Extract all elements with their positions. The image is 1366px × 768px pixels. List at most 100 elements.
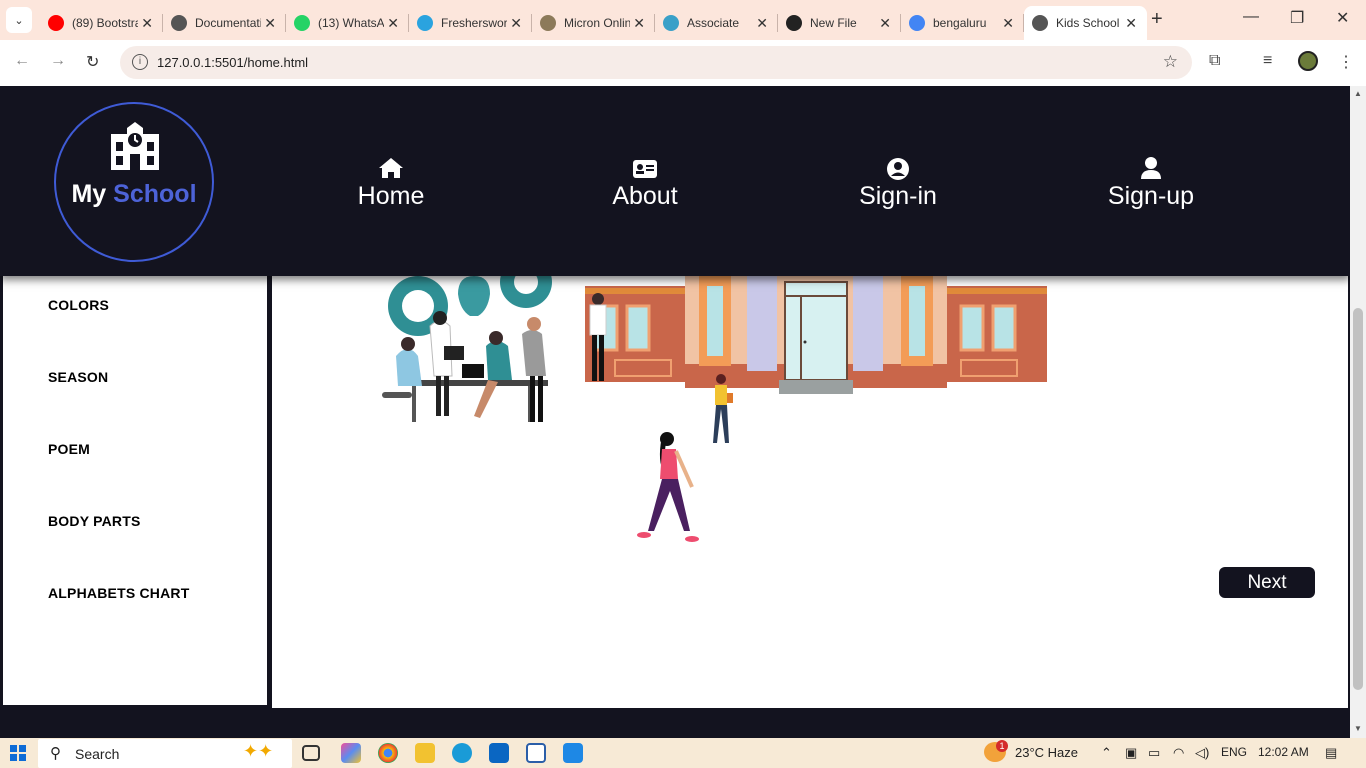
tab-close-icon[interactable]: ✕: [264, 15, 276, 32]
tab-strip: ⌄ (89) Bootstrap✕Documentation✕(13) What…: [0, 0, 1366, 40]
sidebar-link-body-parts[interactable]: BODY PARTS: [48, 513, 141, 529]
linkedin-app-icon[interactable]: [489, 743, 509, 763]
tab-title: Kids School: [1056, 16, 1120, 30]
logo-word-school: School: [113, 180, 197, 208]
student-figure-small: [713, 374, 733, 443]
media-control-icon[interactable]: ≡: [1263, 52, 1272, 70]
new-tab-button[interactable]: +: [1151, 8, 1163, 31]
browser-tab[interactable]: (89) Bootstrap✕: [40, 6, 163, 40]
tab-close-icon[interactable]: ✕: [510, 15, 522, 32]
tab-title: Freshersworld: [441, 16, 507, 30]
nav-home-label: Home: [357, 182, 425, 210]
forward-button[interactable]: →: [50, 52, 66, 70]
tab-title: Associate: [687, 16, 740, 30]
notifications-icon[interactable]: ▤: [1325, 745, 1337, 761]
nav-sign-up[interactable]: Sign-up: [1081, 156, 1221, 211]
sidebar-link-alphabets-chart[interactable]: ALPHABETS CHART: [48, 585, 189, 601]
device-icon[interactable]: ▣: [1125, 745, 1137, 761]
school-logo[interactable]: My School: [54, 102, 214, 262]
site-header: My School Home About Sign-in Sign-up: [0, 86, 1350, 276]
browser-tab[interactable]: bengaluru ✕: [901, 6, 1024, 40]
clock-time[interactable]: 12:02 AM: [1258, 745, 1309, 759]
topics-sidebar: COLORS SEASON POEM BODY PARTS ALPHABETS …: [0, 276, 270, 708]
volume-icon[interactable]: ◁): [1195, 745, 1209, 761]
weather-text[interactable]: 23°C Haze: [1015, 745, 1078, 760]
scroll-up-arrow-icon[interactable]: ▲: [1354, 89, 1362, 98]
windows-start-icon[interactable]: [10, 745, 26, 761]
tab-list: (89) Bootstrap✕Documentation✕(13) WhatsA…: [40, 6, 1147, 40]
edge-app-icon[interactable]: [452, 743, 472, 763]
tab-title: (89) Bootstrap: [72, 16, 138, 30]
scrollbar-thumb[interactable]: [1353, 308, 1363, 690]
browser-menu-icon[interactable]: ⋮: [1338, 52, 1354, 72]
minimize-button[interactable]: —: [1243, 8, 1259, 26]
address-bar[interactable]: i 127.0.0.1:5501/home.html ☆: [120, 46, 1192, 79]
browser-tab[interactable]: Documentation✕: [163, 6, 286, 40]
sidebar-link-season[interactable]: SEASON: [48, 369, 108, 385]
scroll-down-arrow-icon[interactable]: ▼: [1354, 724, 1362, 733]
sidebar-link-colors[interactable]: COLORS: [48, 297, 109, 313]
tab-close-icon[interactable]: ✕: [1125, 15, 1137, 32]
tab-close-icon[interactable]: ✕: [633, 15, 645, 32]
copilot-app-icon[interactable]: [341, 743, 361, 763]
windows-taskbar: ⚲ Search ✦✦ 1 23°C Haze ⌃ ▣ ▭ ◠ ◁) ENG 1…: [0, 738, 1366, 768]
nav-sign-in-label: Sign-in: [859, 182, 937, 210]
taskbar-search[interactable]: ⚲ Search ✦✦: [38, 739, 292, 768]
reload-button[interactable]: ↻: [86, 52, 99, 72]
google-icon: [909, 15, 925, 31]
wifi-icon[interactable]: ◠: [1173, 745, 1184, 761]
task-view-icon[interactable]: [302, 745, 320, 761]
tab-close-icon[interactable]: ✕: [1002, 15, 1014, 32]
nav-about[interactable]: About: [575, 156, 715, 211]
close-window-button[interactable]: ✕: [1336, 8, 1349, 28]
url-text[interactable]: 127.0.0.1:5501/home.html: [157, 55, 308, 70]
browser-tab[interactable]: New File ✕: [778, 6, 901, 40]
weather-badge: 1: [996, 740, 1008, 752]
browser-tab[interactable]: Kids School ✕: [1024, 6, 1147, 40]
tab-title: Micron Online: [564, 16, 630, 30]
web-page: My School Home About Sign-in Sign-up COL…: [0, 86, 1350, 738]
home-icon: [379, 158, 403, 178]
show-hidden-icons-icon[interactable]: ⌃: [1101, 745, 1112, 761]
school-building-icon: [111, 122, 159, 170]
user-icon: [1141, 157, 1161, 179]
language-indicator[interactable]: ENG: [1221, 745, 1247, 759]
github-icon: [786, 15, 802, 31]
nav-sign-in[interactable]: Sign-in: [828, 156, 968, 211]
id-card-icon: [633, 160, 657, 178]
tab-close-icon[interactable]: ✕: [387, 15, 399, 32]
chrome-app-icon[interactable]: [378, 743, 398, 763]
bookmark-star-icon[interactable]: ☆: [1163, 52, 1178, 72]
sidebar-link-poem[interactable]: POEM: [48, 441, 90, 457]
file-explorer-icon[interactable]: [415, 743, 435, 763]
user-circle-icon: [887, 158, 909, 180]
taskbar-search-label: Search: [75, 746, 120, 762]
profile-avatar[interactable]: [1298, 51, 1318, 71]
site-info-icon[interactable]: i: [132, 54, 148, 70]
teamwork-illustration: [382, 276, 552, 422]
browser-tab[interactable]: Freshersworld✕: [409, 6, 532, 40]
back-button[interactable]: ←: [14, 52, 30, 70]
next-button[interactable]: Next: [1219, 567, 1315, 598]
tab-close-icon[interactable]: ✕: [141, 15, 153, 32]
nav-home[interactable]: Home: [321, 156, 461, 211]
battery-icon[interactable]: ▭: [1148, 745, 1160, 761]
school-building-illustration: [585, 276, 1047, 394]
vscode-app-icon[interactable]: [563, 743, 583, 763]
tab-title: (13) WhatsApp: [318, 16, 384, 30]
student-figure-walking: [637, 432, 699, 542]
browser-tab[interactable]: (13) WhatsApp✕: [286, 6, 409, 40]
main-content: Next: [272, 276, 1348, 708]
page-scrollbar[interactable]: ▲ ▼: [1350, 86, 1366, 738]
copilot-sparkle-icon: ✦✦: [243, 741, 274, 761]
restore-button[interactable]: ❐: [1290, 8, 1304, 28]
word-app-icon[interactable]: [526, 743, 546, 763]
tab-close-icon[interactable]: ✕: [879, 15, 891, 32]
teacher-figure: [589, 293, 607, 381]
tab-search-button[interactable]: ⌄: [6, 7, 32, 33]
tab-close-icon[interactable]: ✕: [756, 15, 768, 32]
extensions-icon[interactable]: ⧉: [1209, 52, 1220, 70]
browser-tab[interactable]: Associate ✕: [655, 6, 778, 40]
whatsapp-icon: [294, 15, 310, 31]
browser-tab[interactable]: Micron Online✕: [532, 6, 655, 40]
